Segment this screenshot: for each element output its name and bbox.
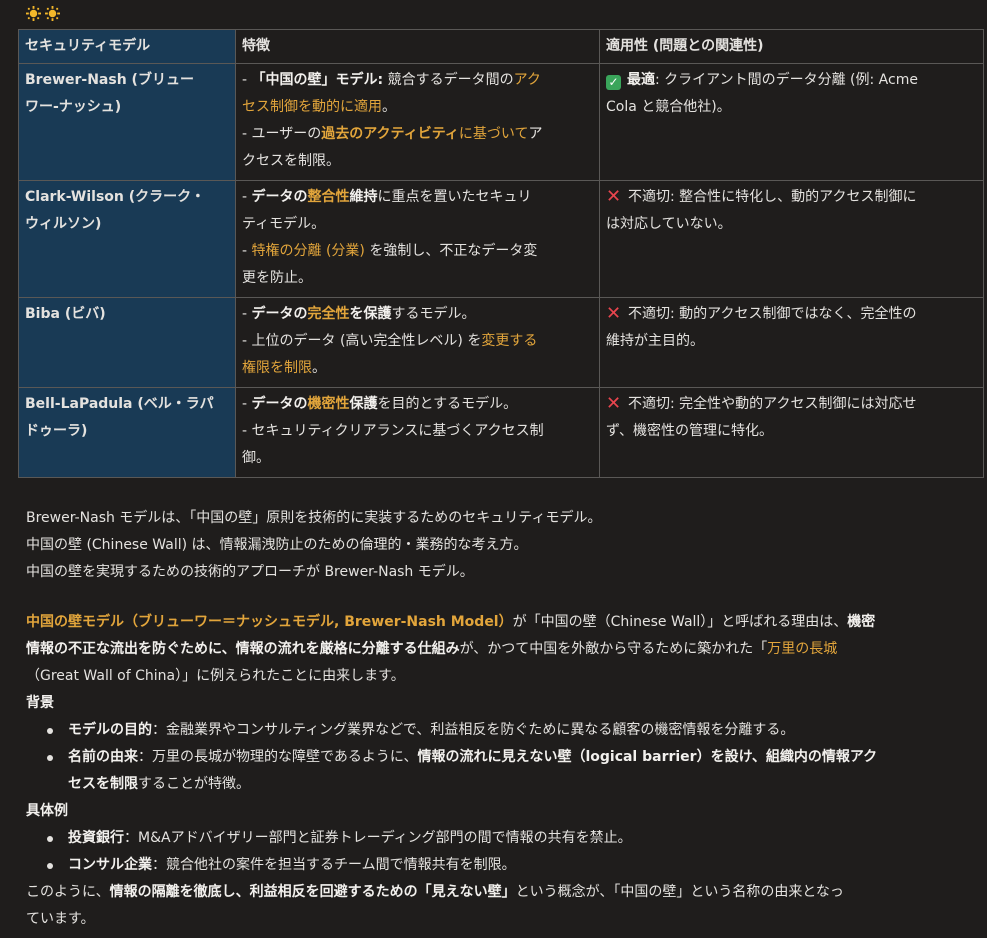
emoji-row bbox=[26, 6, 60, 26]
cross-mark-icon: ✕ bbox=[606, 393, 622, 414]
section-heading-background: 背景 bbox=[26, 695, 54, 711]
table-row: Bell-LaPadula (ベル・ラパ ドゥーラ) - データの機密性保護を目… bbox=[18, 387, 984, 478]
security-models-table: セキュリティモデル 特徴 適用性 (問題との関連性) Brewer-Nash (… bbox=[18, 29, 984, 478]
model-name: Biba (ビバ) bbox=[18, 297, 236, 388]
sun-icon bbox=[45, 6, 60, 21]
model-name: Brewer-Nash (ブリュー ワー-ナッシュ) bbox=[18, 63, 236, 181]
summary-line: 中国の壁を実現するための技術的アプローチが Brewer-Nash モデル。 bbox=[26, 564, 474, 580]
sun-icon bbox=[26, 6, 41, 21]
model-name: Clark-Wilson (クラーク・ ウィルソン) bbox=[18, 180, 236, 298]
background-list: モデルの目的：金融業界やコンサルティング業界などで、利益相反を防ぐために異なる顧… bbox=[26, 717, 976, 798]
examples-list: 投資銀行：M&Aアドバイザリー部門と証券トレーディング部門の間で情報の共有を禁止… bbox=[26, 825, 976, 879]
list-item: 投資銀行：M&Aアドバイザリー部門と証券トレーディング部門の間で情報の共有を禁止… bbox=[26, 825, 976, 852]
table-header-row: セキュリティモデル 特徴 適用性 (問題との関連性) bbox=[18, 29, 984, 64]
cross-mark-icon: ✕ bbox=[606, 303, 622, 324]
header-feature: 特徴 bbox=[235, 29, 600, 64]
cross-mark-icon: ✕ bbox=[606, 186, 622, 207]
table-row: Biba (ビバ) - データの完全性を保護するモデル。 - 上位のデータ (高… bbox=[18, 297, 984, 388]
applicability-cell: ✕ 不適切: 完全性や動的アクセス制御には対応せ ず、機密性の管理に特化。 bbox=[599, 387, 984, 478]
feature-cell: - データの整合性維持に重点を置いたセキュリ ティモデル。 - 特権の分離 (分… bbox=[235, 180, 600, 298]
applicability-cell: ✓ 最適: クライアント間のデータ分離 (例: Acme Cola と競合他社)。 bbox=[599, 63, 984, 181]
check-mark-icon: ✓ bbox=[606, 75, 621, 90]
list-item: 名前の由来：万里の長城が物理的な障壁であるように、情報の流れに見えない壁（log… bbox=[26, 744, 976, 798]
applicability-cell: ✕ 不適切: 動的アクセス制御ではなく、完全性の 維持が主目的。 bbox=[599, 297, 984, 388]
section-heading-examples: 具体例 bbox=[26, 803, 68, 819]
explanation-line: 情報の不正な流出を防ぐために、情報の流れを厳格に分離する仕組みが、かつて中国を外… bbox=[26, 641, 838, 657]
list-item: モデルの目的：金融業界やコンサルティング業界などで、利益相反を防ぐために異なる顧… bbox=[26, 717, 976, 744]
list-item: コンサル企業：競合他社の案件を担当するチーム間で情報共有を制限。 bbox=[26, 852, 976, 879]
conclusion-line: このように、情報の隔離を徹底し、利益相反を回避するための「見えない壁」という概念… bbox=[26, 884, 844, 900]
applicability-cell: ✕ 不適切: 整合性に特化し、動的アクセス制御に は対応していない。 bbox=[599, 180, 984, 298]
explanation-line: （Great Wall of China）」に例えられたことに由来します。 bbox=[26, 668, 405, 684]
table-row: Brewer-Nash (ブリュー ワー-ナッシュ) - 「中国の壁」モデル: … bbox=[18, 63, 984, 181]
feature-cell: - 「中国の壁」モデル: 競合するデータ間のアク セス制御を動的に適用。 - ユ… bbox=[235, 63, 600, 181]
summary-paragraph: Brewer-Nash モデルは、「中国の壁」原則を技術的に実装するためのセキュ… bbox=[26, 505, 976, 586]
explanation-section: 中国の壁モデル（ブリューワー＝ナッシュモデル, Brewer-Nash Mode… bbox=[26, 609, 976, 933]
summary-line: Brewer-Nash モデルは、「中国の壁」原則を技術的に実装するためのセキュ… bbox=[26, 510, 602, 526]
feature-cell: - データの機密性保護を目的とするモデル。 - セキュリティクリアランスに基づく… bbox=[235, 387, 600, 478]
table-row: Clark-Wilson (クラーク・ ウィルソン) - データの整合性維持に重… bbox=[18, 180, 984, 298]
explanation-line: 中国の壁モデル（ブリューワー＝ナッシュモデル, Brewer-Nash Mode… bbox=[26, 614, 876, 630]
model-name: Bell-LaPadula (ベル・ラパ ドゥーラ) bbox=[18, 387, 236, 478]
header-applicability: 適用性 (問題との関連性) bbox=[599, 29, 984, 64]
feature-cell: - データの完全性を保護するモデル。 - 上位のデータ (高い完全性レベル) を… bbox=[235, 297, 600, 388]
chat-response: セキュリティモデル 特徴 適用性 (問題との関連性) Brewer-Nash (… bbox=[0, 0, 987, 938]
header-model: セキュリティモデル bbox=[18, 29, 236, 64]
summary-line: 中国の壁 (Chinese Wall) は、情報漏洩防止のための倫理的・業務的な… bbox=[26, 537, 528, 553]
conclusion-line: ています。 bbox=[26, 911, 95, 927]
